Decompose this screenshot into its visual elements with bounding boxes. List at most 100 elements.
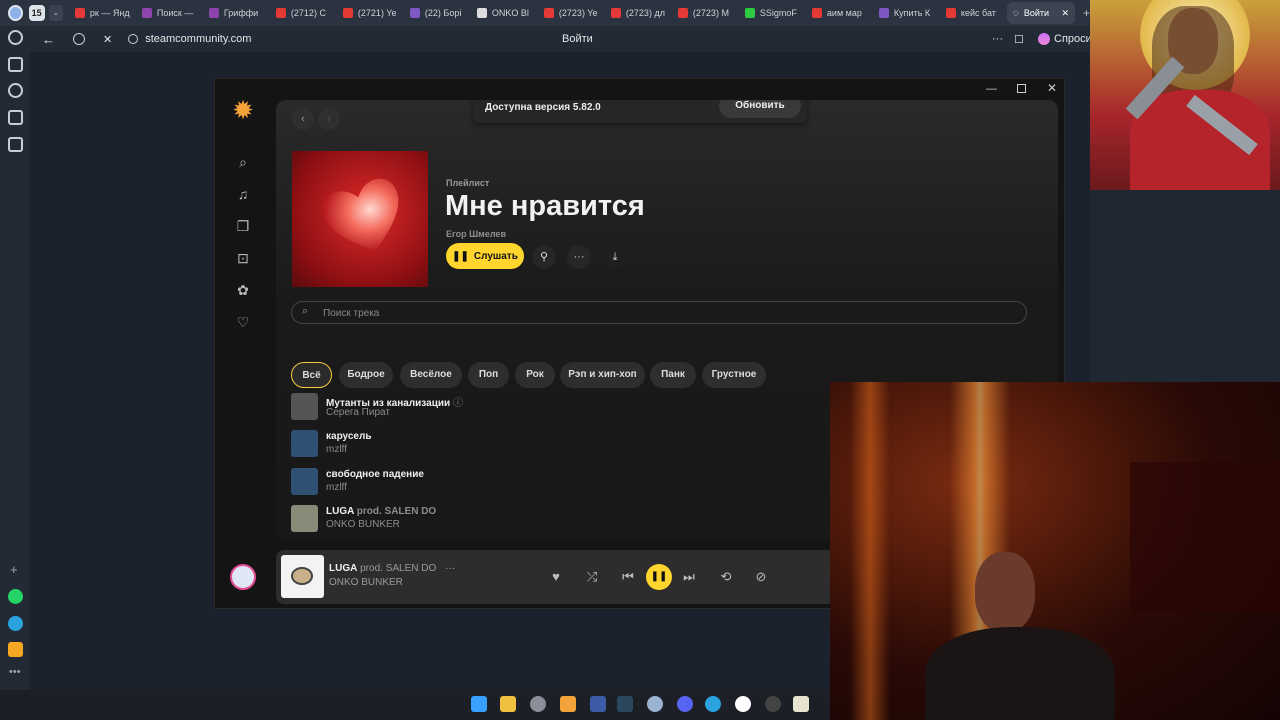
chip-rap[interactable]: Рэп и хип-хоп bbox=[560, 362, 645, 388]
browser-tab[interactable]: Поиск — bbox=[136, 2, 203, 24]
chip-rock[interactable]: Рок bbox=[515, 362, 555, 388]
settings-icon[interactable] bbox=[8, 137, 23, 152]
podcasts-icon[interactable]: ❐ bbox=[235, 218, 251, 234]
tab-label: (2721) Ye bbox=[357, 8, 397, 18]
browser-tab[interactable]: (2723) Ye bbox=[538, 2, 605, 24]
browser-tab[interactable]: кейс бат bbox=[940, 2, 1007, 24]
music-note-icon[interactable]: ♫ bbox=[235, 186, 251, 202]
chip-pop[interactable]: Поп bbox=[468, 362, 509, 388]
track-search[interactable]: ⌕ Поиск трека bbox=[291, 301, 1027, 324]
tab-counter[interactable]: 15 bbox=[28, 5, 45, 21]
browser-tab[interactable]: (22) Борі bbox=[404, 2, 471, 24]
browser-tab[interactable]: Гриффи bbox=[203, 2, 270, 24]
now-playing-title[interactable]: LUGA bbox=[329, 563, 357, 574]
app-icon[interactable] bbox=[647, 696, 663, 712]
site-info-icon[interactable] bbox=[128, 34, 139, 44]
browser-tab[interactable]: аим мар bbox=[806, 2, 873, 24]
explorer-icon[interactable] bbox=[500, 696, 516, 712]
alice-icon[interactable] bbox=[1038, 33, 1050, 45]
notes-icon[interactable] bbox=[8, 57, 23, 72]
track-row[interactable]: карусель mzlff bbox=[291, 428, 791, 458]
browser-tab[interactable]: Купить К bbox=[873, 2, 940, 24]
history-icon[interactable] bbox=[8, 30, 23, 45]
back-icon[interactable]: ← bbox=[42, 32, 55, 47]
windows-start-icon[interactable] bbox=[471, 696, 487, 712]
more-icon[interactable]: ••• bbox=[9, 666, 21, 678]
telegram-icon[interactable] bbox=[8, 616, 23, 631]
chip-energetic[interactable]: Бодрое bbox=[339, 362, 393, 388]
tabs-dropdown-icon[interactable]: ⌄ bbox=[48, 5, 63, 21]
video-icon[interactable] bbox=[8, 83, 23, 98]
books-icon[interactable]: ⊡ bbox=[235, 250, 251, 266]
info-icon[interactable]: ⓘ bbox=[453, 398, 463, 409]
update-button[interactable]: Обновить bbox=[719, 100, 801, 118]
play-pause-button[interactable]: ❚❚ bbox=[646, 564, 672, 590]
music-app-icon[interactable] bbox=[560, 696, 576, 712]
browser-tab[interactable]: (2712) С bbox=[270, 2, 337, 24]
listen-button[interactable]: ❚❚ Слушать bbox=[446, 243, 524, 269]
telegram-icon[interactable] bbox=[705, 696, 721, 712]
browser-tab[interactable]: (2723) M bbox=[672, 2, 739, 24]
browser-tab[interactable]: (2723) дл bbox=[605, 2, 672, 24]
track-row[interactable]: LUGA prod. SALEN DO ONKO BUNKER bbox=[291, 503, 791, 533]
next-icon[interactable]: ⏭ bbox=[681, 569, 697, 585]
ask-label[interactable]: Спроси bbox=[1054, 33, 1092, 45]
search-icon[interactable]: ⌕ bbox=[235, 154, 251, 170]
repeat-icon[interactable]: ⟲ bbox=[718, 569, 734, 585]
app-logo-icon[interactable]: ✹ bbox=[230, 97, 256, 123]
new-tab-icon[interactable]: + bbox=[1083, 6, 1090, 20]
pin-button[interactable]: ⚲ bbox=[532, 245, 556, 269]
like-icon[interactable]: ♥ bbox=[548, 569, 564, 585]
menu-dots-icon[interactable]: ··· bbox=[992, 33, 1003, 45]
nav-forward-button[interactable]: › bbox=[318, 108, 340, 130]
previous-icon[interactable]: ⏮ bbox=[620, 569, 636, 585]
shuffle-icon[interactable]: ⤮ bbox=[584, 569, 600, 585]
app-icon[interactable] bbox=[793, 696, 809, 712]
track-artist[interactable]: ONKO BUNKER bbox=[326, 519, 400, 530]
calendar-icon[interactable] bbox=[8, 110, 23, 125]
stop-icon[interactable]: ✕ bbox=[103, 33, 112, 46]
browser-logo-icon[interactable] bbox=[8, 5, 23, 21]
url-text[interactable]: steamcommunity.com bbox=[145, 33, 251, 45]
browser-tab[interactable]: ONKO Bl bbox=[471, 2, 538, 24]
more-button[interactable]: ··· bbox=[567, 245, 591, 269]
app-icon[interactable] bbox=[765, 696, 781, 712]
nav-back-button[interactable]: ‹ bbox=[292, 108, 314, 130]
track-artist[interactable]: Серега Пират bbox=[326, 407, 390, 418]
track-row[interactable]: свободное падение mzlff bbox=[291, 466, 791, 496]
browser-tab[interactable]: рк — Янд bbox=[69, 2, 136, 24]
tab-close-icon[interactable]: ✕ bbox=[1061, 8, 1069, 19]
playlist-owner[interactable]: Егор Шмелев bbox=[446, 229, 506, 239]
vscode-icon[interactable] bbox=[590, 696, 606, 712]
chip-sad[interactable]: Грустное bbox=[702, 362, 766, 388]
whatsapp-icon[interactable] bbox=[8, 589, 23, 604]
track-row[interactable]: Мутанты из канализации ⓘ Серега Пират bbox=[291, 391, 791, 421]
chip-punk[interactable]: Панк bbox=[650, 362, 696, 388]
steam-icon[interactable] bbox=[617, 696, 633, 712]
browser-tab[interactable]: (2721) Ye bbox=[337, 2, 404, 24]
track-artist[interactable]: mzlff bbox=[326, 444, 347, 455]
browser-tab[interactable]: SSigmoF bbox=[739, 2, 806, 24]
bookmark-icon[interactable]: ☐ bbox=[1014, 33, 1024, 46]
protect-icon[interactable] bbox=[73, 33, 85, 45]
mail-icon[interactable] bbox=[8, 642, 23, 657]
track-artist[interactable]: mzlff bbox=[326, 482, 347, 493]
download-button[interactable]: ⤓ bbox=[603, 245, 627, 269]
collection-heart-icon[interactable]: ♡ bbox=[235, 314, 251, 330]
app-icon[interactable] bbox=[530, 696, 546, 712]
minimize-icon[interactable]: — bbox=[986, 83, 997, 95]
add-icon[interactable]: + bbox=[10, 562, 18, 577]
close-icon[interactable]: ✕ bbox=[1047, 81, 1057, 95]
kids-icon[interactable]: ✿ bbox=[235, 282, 251, 298]
avatar[interactable] bbox=[230, 564, 256, 590]
yandex-browser-icon[interactable] bbox=[735, 696, 751, 712]
now-playing-cover[interactable] bbox=[281, 555, 324, 598]
chip-happy[interactable]: Весёлое bbox=[400, 362, 462, 388]
maximize-icon[interactable] bbox=[1017, 84, 1026, 93]
tab-active[interactable]: ◌ Войти ✕ bbox=[1006, 2, 1075, 24]
discord-icon[interactable] bbox=[677, 696, 693, 712]
dislike-icon[interactable]: ⊘ bbox=[753, 569, 769, 585]
chip-all[interactable]: Всё bbox=[291, 362, 332, 388]
now-playing-artist[interactable]: ONKO BUNKER bbox=[329, 577, 403, 588]
player-more-icon[interactable]: ··· bbox=[445, 563, 455, 574]
